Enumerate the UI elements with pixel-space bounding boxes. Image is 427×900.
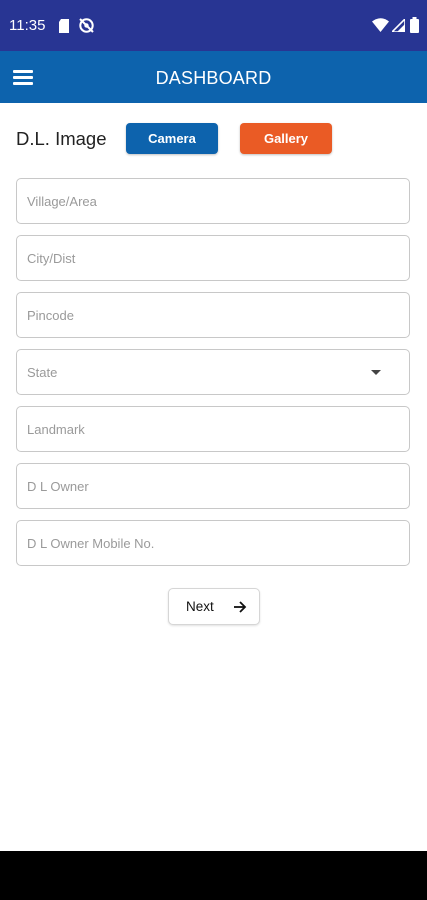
no-sync-icon — [79, 18, 94, 33]
city-dist-placeholder: City/Dist — [27, 251, 76, 266]
dl-owner-mobile-placeholder: D L Owner Mobile No. — [27, 536, 155, 551]
landmark-placeholder: Landmark — [27, 422, 85, 437]
status-bar: 11:35 — [0, 0, 427, 51]
page-title: DASHBOARD — [155, 68, 272, 88]
village-area-input[interactable]: Village/Area — [16, 178, 410, 224]
state-select[interactable]: State — [16, 349, 410, 395]
app-bar: DASHBOARD — [0, 51, 427, 103]
camera-button[interactable]: Camera — [126, 123, 218, 154]
arrow-right-icon — [234, 601, 247, 613]
village-area-placeholder: Village/Area — [27, 194, 97, 209]
dl-image-label: D.L. Image — [16, 128, 107, 149]
gallery-button[interactable]: Gallery — [240, 123, 332, 154]
battery-icon — [410, 17, 419, 33]
pincode-input[interactable]: Pincode — [16, 292, 410, 338]
city-dist-input[interactable]: City/Dist — [16, 235, 410, 281]
next-button[interactable]: Next — [168, 588, 260, 625]
sd-card-icon — [59, 19, 69, 33]
status-time: 11:35 — [9, 17, 46, 34]
dl-owner-input[interactable]: D L Owner — [16, 463, 410, 509]
pincode-placeholder: Pincode — [27, 308, 74, 323]
landmark-input[interactable]: Landmark — [16, 406, 410, 452]
system-navigation-bar — [0, 851, 427, 900]
dropdown-arrow-icon — [371, 370, 381, 375]
cellular-signal-icon — [392, 19, 405, 32]
dl-owner-mobile-input[interactable]: D L Owner Mobile No. — [16, 520, 410, 566]
next-button-label: Next — [186, 599, 214, 614]
state-placeholder: State — [27, 365, 58, 380]
wifi-icon — [372, 18, 389, 32]
dl-owner-placeholder: D L Owner — [27, 479, 89, 494]
main-content: D.L. Image Camera Gallery Village/Area C… — [0, 103, 427, 851]
